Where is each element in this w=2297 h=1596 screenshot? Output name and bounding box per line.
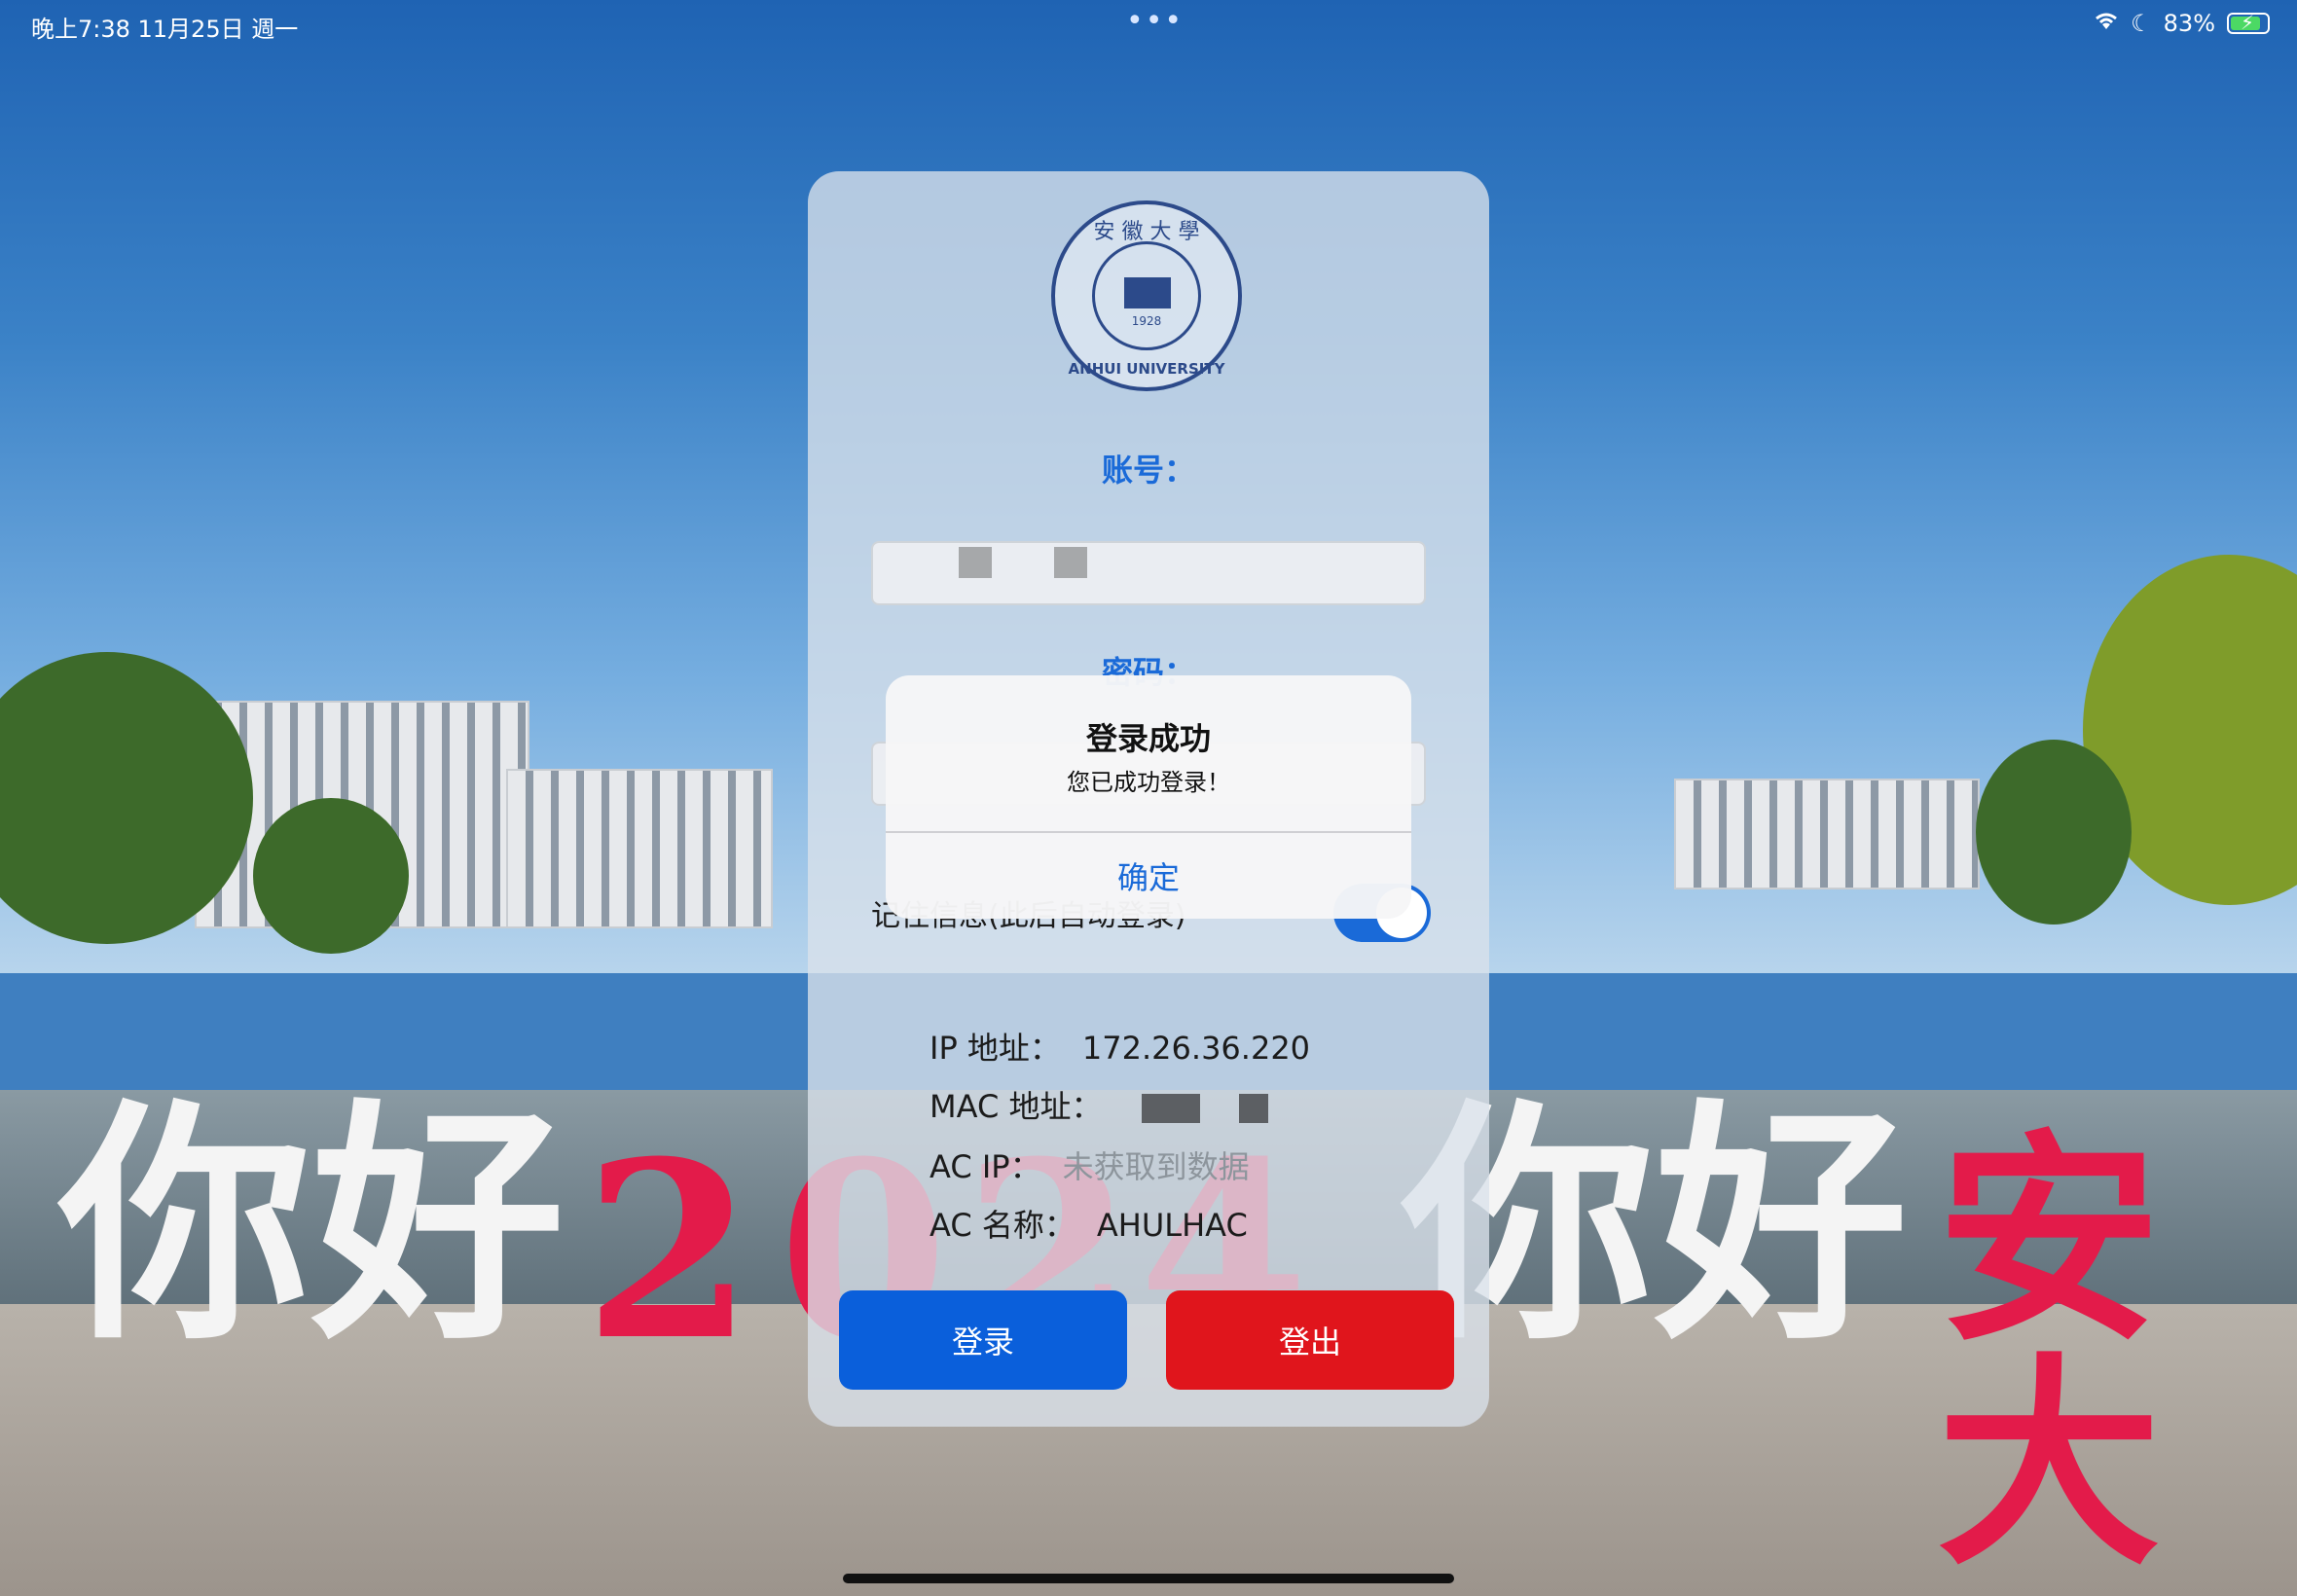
charging-bolt-icon: ⚡: [2241, 11, 2255, 34]
building-right: [1674, 779, 1980, 889]
account-input[interactable]: [871, 541, 1426, 605]
ip-label: IP 地址：: [930, 1030, 1061, 1067]
ac-name-value: AHULHAC: [1096, 1207, 1248, 1244]
ip-value: 172.26.36.220: [1081, 1030, 1311, 1067]
redaction-mask: [959, 547, 992, 578]
login-button[interactable]: 登录: [839, 1290, 1127, 1390]
tree-left-2: [253, 798, 409, 954]
alert-message: 您已成功登录！: [1067, 769, 1230, 796]
logo-ring-text: ANHUI UNIVERSITY: [1068, 360, 1225, 378]
university-logo: 安 徽 大 學 1928 ANHUI UNIVERSITY: [1051, 200, 1242, 391]
redaction-mask: [1054, 547, 1087, 578]
sign-text-red: 安大: [1937, 1109, 2162, 1596]
ac-ip-value: 未获取到数据: [1062, 1148, 1250, 1185]
success-alert-dialog: 登录成功 您已成功登录！ 确定: [886, 675, 1411, 919]
logout-button[interactable]: 登出: [1166, 1290, 1454, 1390]
ac-name-row: AC 名称： AHULHAC: [930, 1201, 1248, 1246]
logo-inner-ring: 1928: [1092, 241, 1201, 350]
mac-row: MAC 地址：: [930, 1082, 1268, 1127]
logo-year: 1928: [1131, 314, 1162, 328]
building-left-2: [506, 769, 773, 928]
tree-right-2: [1976, 740, 2132, 925]
mac-label: MAC 地址：: [930, 1088, 1103, 1125]
mac-redaction: [1141, 1094, 1200, 1123]
ac-ip-row: AC IP： 未获取到数据: [930, 1143, 1250, 1187]
battery-percent: 83%: [2163, 10, 2215, 37]
alert-ok-button[interactable]: 确定: [886, 833, 1411, 919]
ac-name-label: AC 名称：: [930, 1207, 1076, 1244]
ip-row: IP 地址： 172.26.36.220: [930, 1024, 1310, 1069]
status-bar: 晚上7:38 11月25日 週一 ••• ☾ 83% ⚡: [0, 0, 2297, 49]
campus-building-icon: [1124, 277, 1171, 308]
sign-text-left: 你好: [58, 1077, 565, 1374]
status-right-group: ☾ 83% ⚡: [2094, 10, 2270, 37]
sign-year-digit: 2: [584, 1107, 753, 1394]
home-indicator[interactable]: [843, 1574, 1454, 1583]
ac-ip-label: AC IP：: [930, 1148, 1041, 1185]
wifi-icon: [2094, 10, 2119, 37]
account-label: 账号：: [1101, 452, 1195, 489]
status-time-date: 晚上7:38 11月25日 週一: [31, 16, 299, 43]
battery-icon: ⚡: [2227, 11, 2270, 34]
moon-icon: ☾: [2131, 10, 2152, 37]
multitasking-dots[interactable]: •••: [1126, 4, 1184, 38]
mac-redaction: [1238, 1094, 1268, 1123]
alert-title: 登录成功: [1085, 720, 1211, 757]
